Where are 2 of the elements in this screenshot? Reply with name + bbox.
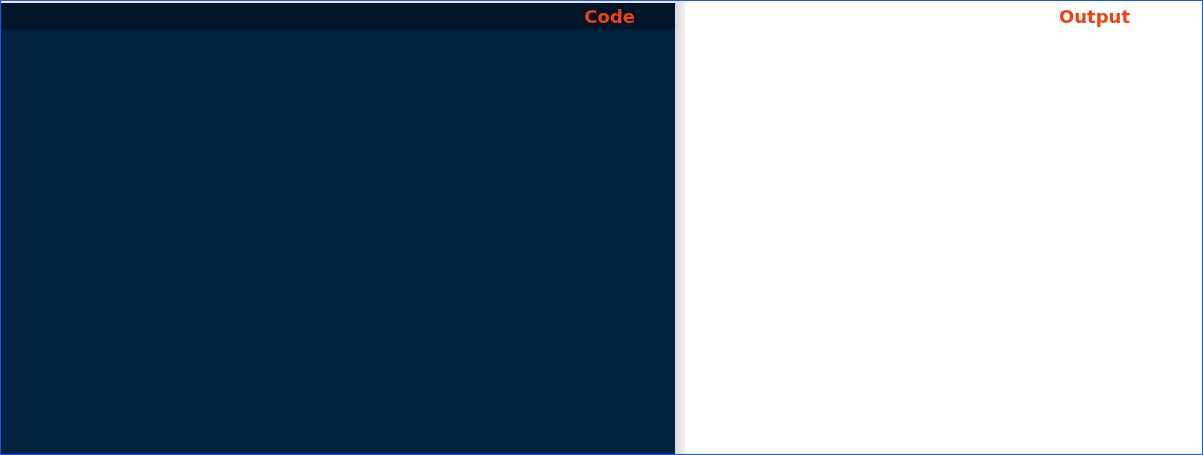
code-label: Code	[584, 5, 635, 27]
output-label: Output	[1058, 5, 1130, 27]
